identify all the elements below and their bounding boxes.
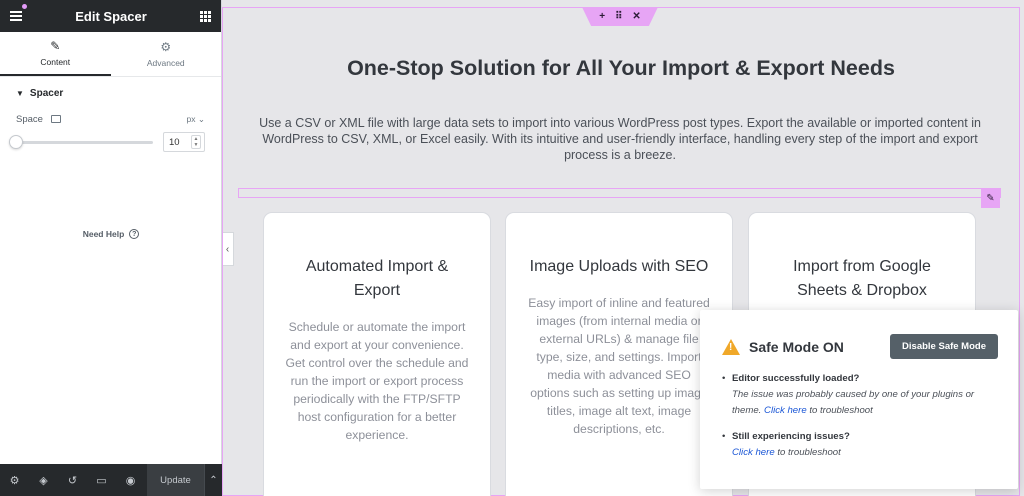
space-control-row: Space px ⌄: [0, 109, 221, 129]
editor-panel: Edit Spacer ✎ Content ⚙ Advanced ▼ Space…: [0, 0, 222, 496]
history-icon[interactable]: ↺: [58, 464, 87, 496]
chevron-up-icon[interactable]: ⌃: [204, 464, 222, 496]
notification-dot: [22, 4, 27, 9]
item-heading: Editor successfully loaded?: [732, 373, 860, 384]
section-handle[interactable]: + ⠿ ✕: [582, 7, 658, 26]
responsive-icon[interactable]: ▭: [87, 464, 116, 496]
unit-value: px: [186, 113, 196, 124]
card-text: Easy import of inline and featured image…: [528, 296, 710, 436]
panel-tabs: ✎ Content ⚙ Advanced: [0, 32, 221, 77]
section-label: Spacer: [29, 87, 64, 99]
pencil-icon: ✎: [50, 38, 61, 53]
space-number-input[interactable]: 10 ▲ ▼: [163, 132, 205, 152]
warning-icon: [722, 338, 740, 355]
page-heading: One-Stop Solution for All Your Import & …: [347, 56, 895, 80]
slider-thumb[interactable]: [9, 134, 23, 149]
item-tail: to troubleshoot: [777, 447, 841, 458]
need-help-label: Need Help: [82, 229, 125, 239]
add-section-icon[interactable]: +: [599, 11, 605, 22]
panel-title: Edit Spacer: [75, 8, 147, 24]
need-help-link[interactable]: Need Help ?: [0, 229, 222, 239]
desktop-device-icon[interactable]: [50, 115, 61, 123]
tab-content[interactable]: ✎ Content: [0, 32, 111, 76]
widgets-grid-icon[interactable]: [200, 10, 211, 22]
close-icon[interactable]: ✕: [632, 11, 640, 22]
hamburger-menu-icon[interactable]: [10, 11, 22, 21]
item-tail: to troubleshoot: [809, 405, 873, 416]
list-item: Still experiencing issues? Click here to…: [722, 429, 996, 461]
pencil-icon: ✎: [986, 192, 995, 204]
card-title: Image Uploads with SEO: [529, 258, 709, 275]
feature-card: Automated Import & Export Schedule or au…: [263, 212, 491, 496]
spacer-section-toggle[interactable]: ▼ Spacer: [0, 77, 221, 109]
item-body: Click here to troubleshoot: [732, 445, 996, 461]
disable-safe-mode-button[interactable]: Disable Safe Mode: [890, 334, 998, 359]
safe-mode-header: Safe Mode ON Disable Safe Mode: [700, 322, 1018, 371]
panel-header: Edit Spacer: [0, 0, 221, 32]
safe-mode-notice: Safe Mode ON Disable Safe Mode Editor su…: [700, 310, 1018, 489]
settings-icon[interactable]: ⚙: [0, 464, 29, 496]
space-slider[interactable]: [9, 134, 153, 149]
caret-down-icon: ▼: [16, 88, 24, 98]
safe-mode-list: Editor successfully loaded? The issue wa…: [700, 371, 1018, 461]
safe-mode-title: Safe Mode ON: [749, 338, 844, 355]
space-value: 10: [169, 136, 180, 148]
question-icon: ?: [129, 229, 140, 239]
list-item: Editor successfully loaded? The issue wa…: [722, 371, 996, 419]
item-heading: Still experiencing issues?: [732, 431, 850, 442]
tab-advanced-label: Advanced: [146, 57, 185, 68]
gear-icon: ⚙: [160, 39, 172, 54]
space-slider-row: 10 ▲ ▼: [0, 129, 221, 155]
space-label: Space: [16, 113, 43, 125]
item-body: The issue was probably caused by one of …: [732, 387, 996, 419]
spacer-widget-outline[interactable]: [238, 188, 1001, 198]
layers-icon[interactable]: ◈: [29, 464, 58, 496]
tab-advanced[interactable]: ⚙ Advanced: [111, 32, 222, 76]
troubleshoot-link[interactable]: Click here: [732, 447, 775, 458]
number-stepper[interactable]: ▲ ▼: [191, 135, 201, 149]
card-text: Schedule or automate the import and expo…: [285, 320, 469, 442]
tab-content-label: Content: [40, 56, 71, 67]
feature-card: Image Uploads with SEO Easy import of in…: [505, 212, 733, 496]
preview-icon[interactable]: ◉: [116, 464, 145, 496]
edit-widget-button[interactable]: ✎: [981, 188, 1000, 208]
card-title: Import from Google Sheets & Dropbox: [793, 258, 931, 299]
panel-footer: ⚙ ◈ ↺ ▭ ◉ Update ⌃: [0, 464, 222, 496]
troubleshoot-link[interactable]: Click here: [764, 405, 807, 416]
drag-handle-icon[interactable]: ⠿: [615, 11, 622, 22]
page-description: Use a CSV or XML file with large data se…: [259, 116, 981, 162]
unit-selector[interactable]: px ⌄: [187, 114, 205, 125]
update-button[interactable]: Update: [147, 464, 204, 496]
card-title: Automated Import & Export: [305, 258, 449, 299]
